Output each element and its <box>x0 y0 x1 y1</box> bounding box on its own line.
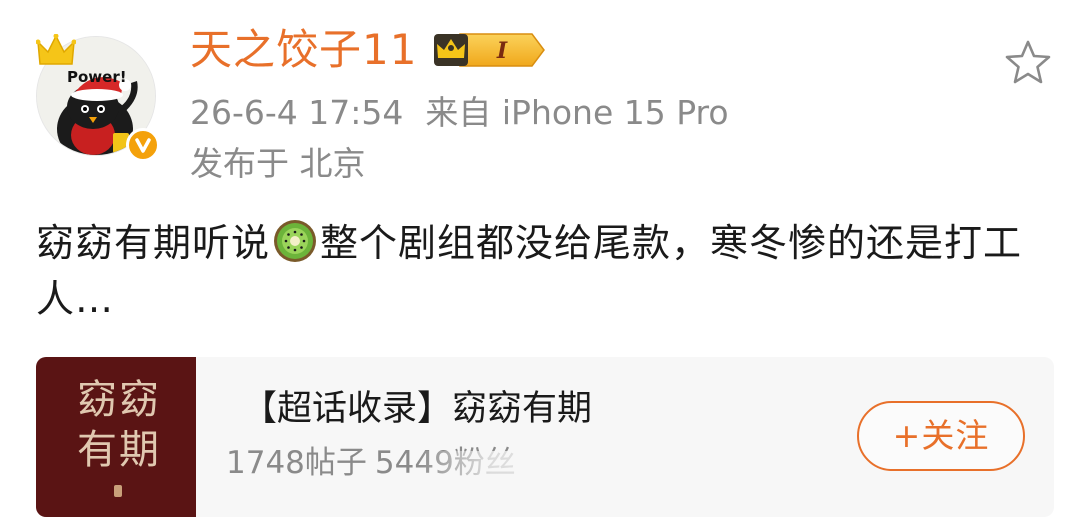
favorite-star-icon[interactable] <box>1003 38 1053 88</box>
topic-cover-image: 窈窈 有期 <box>36 357 196 517</box>
watermark-overlay <box>416 451 666 487</box>
cover-line-2: 有期 <box>77 427 161 473</box>
avatar[interactable]: Power! <box>36 34 160 162</box>
level-number: I <box>496 38 508 64</box>
post-location: 发布于 北京 <box>190 144 366 183</box>
post-source[interactable]: 来自 iPhone 15 Pro <box>425 93 728 132</box>
topic-posts-count: 1748帖子 <box>226 445 367 481</box>
cover-line-1: 窈窈 <box>77 377 161 423</box>
follow-button[interactable]: +关注 <box>857 401 1025 471</box>
topic-cover-text: 窈窈 有期 <box>71 375 167 475</box>
cover-seal-icon <box>114 485 122 497</box>
verified-badge-icon <box>126 128 160 162</box>
topic-card[interactable]: 窈窈有期 【超话收录】窈窈有期 1748帖子5449粉丝 +关注 <box>36 357 1054 517</box>
level-badge-icon: I <box>434 33 545 67</box>
post-text: 窈窈有期听说 整个剧组都没给尾款，寒冬惨的还是打工人… <box>36 215 1046 327</box>
crown-icon <box>36 34 76 65</box>
weibo-post: Power! 天之饺子11 I 26-6-4 17:54 来自 iPhone 1… <box>0 0 1090 519</box>
avatar-caption: Power! <box>67 68 127 86</box>
topic-title[interactable]: 【超话收录】窈窈有期 <box>242 387 592 431</box>
post-timestamp: 26-6-4 17:54 <box>190 93 404 132</box>
username[interactable]: 天之饺子11 <box>190 24 417 76</box>
post-text-part1: 窈窈有期听说 <box>36 221 271 265</box>
post-meta: 26-6-4 17:54 来自 iPhone 15 Pro <box>190 92 729 134</box>
kiwi-icon <box>274 220 317 262</box>
